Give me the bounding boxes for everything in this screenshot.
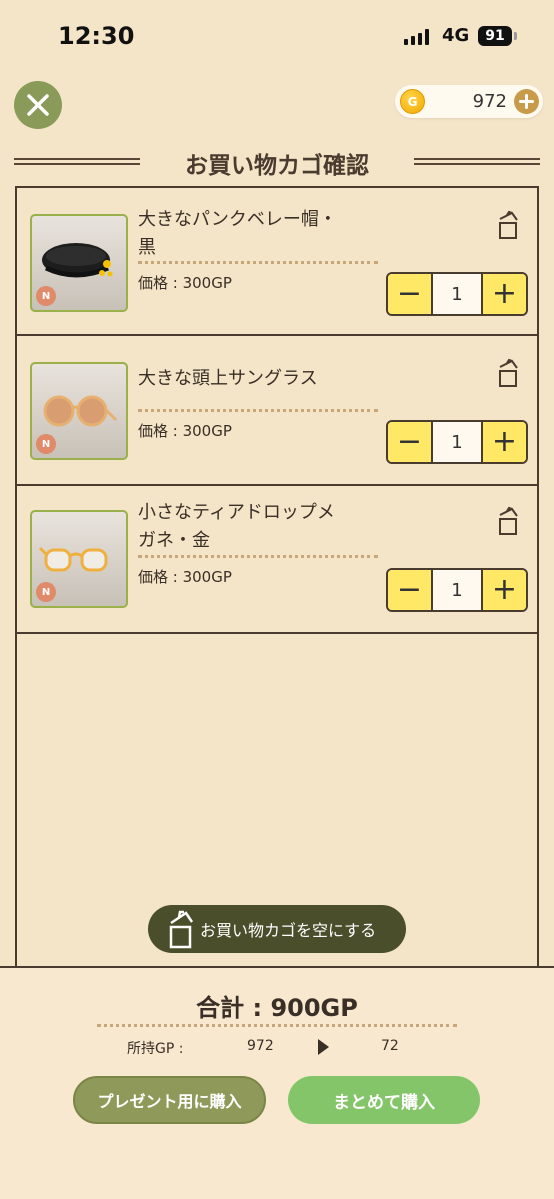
add-coins-button[interactable] (514, 89, 539, 114)
decrease-button[interactable]: − (388, 570, 431, 610)
rarity-badge: N (36, 434, 56, 454)
increase-button[interactable]: + (483, 570, 526, 610)
total-price: 合計 : 900GP (196, 994, 358, 1022)
coin-balance: G 972 (395, 85, 543, 118)
empty-cart-label: お買い物カゴを空にする (200, 921, 377, 940)
cart-item: N 大きなパンクベレー帽・ 黒 価格 : 300GP − 1 + (17, 188, 537, 336)
item-name-line1: 小さなティアドロップメ (138, 502, 335, 523)
quantity-value: 1 (431, 422, 483, 462)
battery-level: 91 (485, 28, 505, 44)
trash-icon (169, 910, 194, 949)
cart-item: N 小さなティアドロップメ ガネ・金 価格 : 300GP − 1 + (17, 486, 537, 634)
item-name: 大きなパンクベレー帽・ 黒 (138, 206, 388, 262)
empty-cart-button[interactable]: お買い物カゴを空にする (148, 905, 406, 953)
item-thumbnail: N (30, 362, 128, 460)
status-time: 12:30 (58, 22, 135, 50)
delete-icon[interactable] (497, 506, 521, 536)
increase-button[interactable]: + (483, 274, 526, 314)
quantity-value: 1 (431, 274, 483, 314)
quantity-stepper: − 1 + (386, 272, 528, 316)
cart-item: N 大きな頭上サングラス 価格 : 300GP − 1 + (17, 338, 537, 486)
quantity-stepper: − 1 + (386, 568, 528, 612)
rarity-badge: N (36, 582, 56, 602)
coin-icon: G (400, 89, 425, 114)
network-type: 4G (442, 25, 470, 46)
item-name: 大きな頭上サングラス (138, 365, 388, 393)
decrease-button[interactable]: − (388, 274, 431, 314)
divider (97, 1024, 457, 1027)
item-name: 小さなティアドロップメ ガネ・金 (138, 499, 388, 555)
status-bar: 12:30 4G 91 (0, 0, 554, 72)
gp-label: 所持GP : (127, 1041, 184, 1057)
checkout-footer: 合計 : 900GP 所持GP : 972 72 プレゼント用に購入 まとめて購… (0, 968, 554, 1199)
item-name-line1: 大きな頭上サングラス (138, 368, 318, 389)
item-name-line1: 大きなパンクベレー帽・ (138, 209, 337, 230)
arrow-right-icon (318, 1039, 329, 1055)
item-name-line2: 黒 (138, 237, 156, 258)
quantity-stepper: − 1 + (386, 420, 528, 464)
delete-icon[interactable] (497, 210, 521, 240)
increase-button[interactable]: + (483, 422, 526, 462)
divider (138, 555, 378, 558)
delete-icon[interactable] (497, 358, 521, 388)
item-price: 価格 : 300GP (138, 422, 232, 440)
item-price: 価格 : 300GP (138, 274, 232, 292)
title-decoration-right (414, 158, 540, 165)
item-thumbnail: N (30, 214, 128, 312)
cart-list: N 大きなパンクベレー帽・ 黒 価格 : 300GP − 1 + N 大きな頭上… (15, 186, 539, 986)
gift-purchase-button[interactable]: プレゼント用に購入 (73, 1076, 266, 1124)
rarity-badge: N (36, 286, 56, 306)
signal-icon (404, 29, 429, 45)
coin-value: 972 (472, 91, 507, 112)
close-icon (27, 94, 49, 116)
divider (138, 261, 378, 264)
decrease-button[interactable]: − (388, 422, 431, 462)
close-button[interactable] (14, 81, 62, 129)
item-price: 価格 : 300GP (138, 568, 232, 586)
item-thumbnail: N (30, 510, 128, 608)
divider (138, 409, 378, 412)
item-name-line2: ガネ・金 (138, 530, 210, 551)
title-row: お買い物カゴ確認 (14, 142, 540, 182)
battery-icon: 91 (478, 26, 517, 46)
buy-all-button[interactable]: まとめて購入 (288, 1076, 480, 1124)
quantity-value: 1 (431, 570, 483, 610)
plus-icon (519, 94, 534, 109)
gp-after: 72 (381, 1038, 399, 1054)
gp-current: 972 (247, 1038, 274, 1054)
